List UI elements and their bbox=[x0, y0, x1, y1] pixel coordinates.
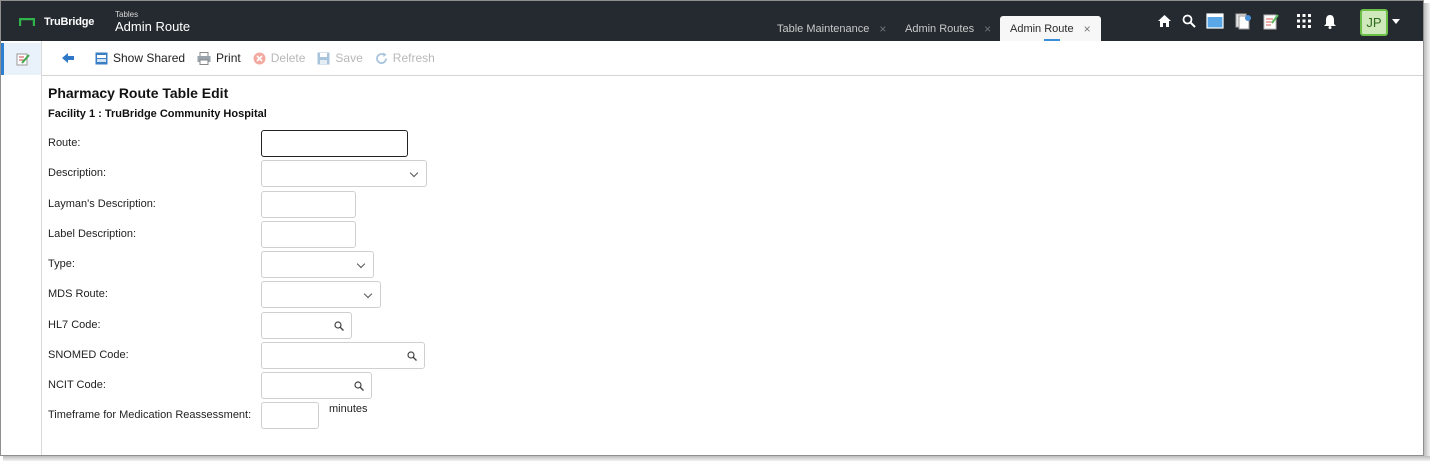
apps-grid-icon[interactable] bbox=[1294, 11, 1314, 31]
timeframe-unit: minutes bbox=[329, 403, 368, 415]
top-bar: TruBridge Tables Admin Route Table Maint… bbox=[1, 1, 1423, 41]
show-shared-button[interactable]: Show Shared bbox=[95, 48, 185, 68]
bell-icon[interactable] bbox=[1320, 11, 1340, 31]
type-label: Type: bbox=[48, 258, 75, 270]
tab-label: Admin Route bbox=[1010, 22, 1074, 35]
breadcrumb: Tables Admin Route bbox=[115, 10, 190, 34]
chevron-down-icon bbox=[409, 168, 419, 178]
layman-description-label: Layman's Description: bbox=[48, 198, 156, 210]
timeframe-label: Timeframe for Medication Reassessment: bbox=[48, 409, 252, 421]
delete-icon bbox=[253, 52, 266, 64]
breadcrumb-parent: Tables bbox=[115, 10, 139, 19]
application-window: TruBridge Tables Admin Route Table Maint… bbox=[0, 0, 1424, 456]
timeframe-input[interactable] bbox=[261, 402, 319, 429]
window-shadow-right bbox=[1424, 3, 1430, 458]
page-title: Pharmacy Route Table Edit bbox=[48, 85, 229, 101]
tab-admin-routes[interactable]: Admin Routes × bbox=[905, 16, 991, 41]
close-icon[interactable]: × bbox=[1084, 22, 1091, 36]
snomed-code-label: SNOMED Code: bbox=[48, 349, 129, 361]
print-button[interactable]: Print bbox=[197, 48, 241, 68]
refresh-icon bbox=[375, 52, 387, 64]
save-label: Save bbox=[335, 51, 363, 65]
documents-icon[interactable] bbox=[1233, 11, 1253, 31]
save-button[interactable]: Save bbox=[317, 48, 363, 68]
chevron-down-icon[interactable] bbox=[1392, 19, 1400, 24]
tab-admin-route[interactable]: Admin Route × bbox=[1000, 16, 1101, 41]
snomed-code-input[interactable] bbox=[261, 342, 425, 369]
brand-name: TruBridge bbox=[44, 16, 95, 28]
toolbar: Show Shared Print Delete Save Refresh bbox=[42, 41, 1423, 76]
close-icon[interactable]: × bbox=[879, 22, 886, 36]
close-icon[interactable]: × bbox=[984, 22, 991, 36]
chevron-down-icon bbox=[356, 259, 366, 269]
edit-note-icon bbox=[16, 53, 30, 66]
route-label: Route: bbox=[48, 137, 81, 149]
label-description-label: Label Description: bbox=[48, 228, 137, 240]
hl7-code-input[interactable] bbox=[261, 312, 352, 339]
show-shared-label: Show Shared bbox=[113, 51, 186, 65]
left-sidebar bbox=[1, 41, 42, 455]
delete-label: Delete bbox=[270, 51, 306, 65]
search-icon[interactable] bbox=[354, 381, 364, 391]
mds-route-select[interactable] bbox=[261, 281, 381, 308]
print-icon bbox=[197, 51, 211, 65]
breadcrumb-current: Admin Route bbox=[115, 19, 191, 34]
back-arrow-icon bbox=[62, 53, 74, 63]
description-label: Description: bbox=[48, 167, 107, 179]
back-button[interactable] bbox=[62, 48, 79, 68]
user-avatar[interactable]: JP bbox=[1360, 9, 1388, 36]
refresh-label: Refresh bbox=[392, 51, 435, 65]
mds-route-label: MDS Route: bbox=[48, 288, 108, 300]
show-shared-icon bbox=[95, 52, 108, 64]
ncit-code-label: NCIT Code: bbox=[48, 379, 106, 391]
label-description-input[interactable] bbox=[261, 221, 356, 248]
delete-button[interactable]: Delete bbox=[253, 48, 306, 68]
print-label: Print bbox=[216, 51, 241, 65]
tab-table-maintenance[interactable]: Table Maintenance × bbox=[777, 16, 886, 41]
layman-description-input[interactable] bbox=[261, 191, 356, 218]
search-icon[interactable] bbox=[407, 351, 417, 361]
type-select[interactable] bbox=[261, 251, 374, 278]
description-select[interactable] bbox=[261, 160, 427, 187]
brand-logo[interactable]: TruBridge bbox=[19, 16, 94, 28]
facility-subtitle: Facility 1 : TruBridge Community Hospita… bbox=[48, 108, 267, 120]
route-input[interactable] bbox=[261, 130, 408, 157]
sidebar-item-edit[interactable] bbox=[1, 43, 41, 75]
save-icon bbox=[317, 52, 330, 64]
refresh-button[interactable]: Refresh bbox=[375, 48, 435, 68]
ncit-code-input[interactable] bbox=[261, 372, 372, 399]
tab-label: Table Maintenance bbox=[777, 22, 870, 35]
window-shadow-bottom bbox=[3, 456, 1430, 461]
chevron-down-icon bbox=[363, 289, 373, 299]
search-icon[interactable] bbox=[1179, 11, 1199, 31]
home-icon[interactable] bbox=[1154, 11, 1174, 31]
tab-label: Admin Routes bbox=[905, 22, 975, 35]
search-icon[interactable] bbox=[334, 321, 344, 331]
notes-icon[interactable] bbox=[1261, 11, 1281, 31]
window-icon[interactable] bbox=[1205, 11, 1225, 31]
hl7-code-label: HL7 Code: bbox=[48, 319, 101, 331]
trubridge-logo-icon bbox=[19, 18, 35, 26]
